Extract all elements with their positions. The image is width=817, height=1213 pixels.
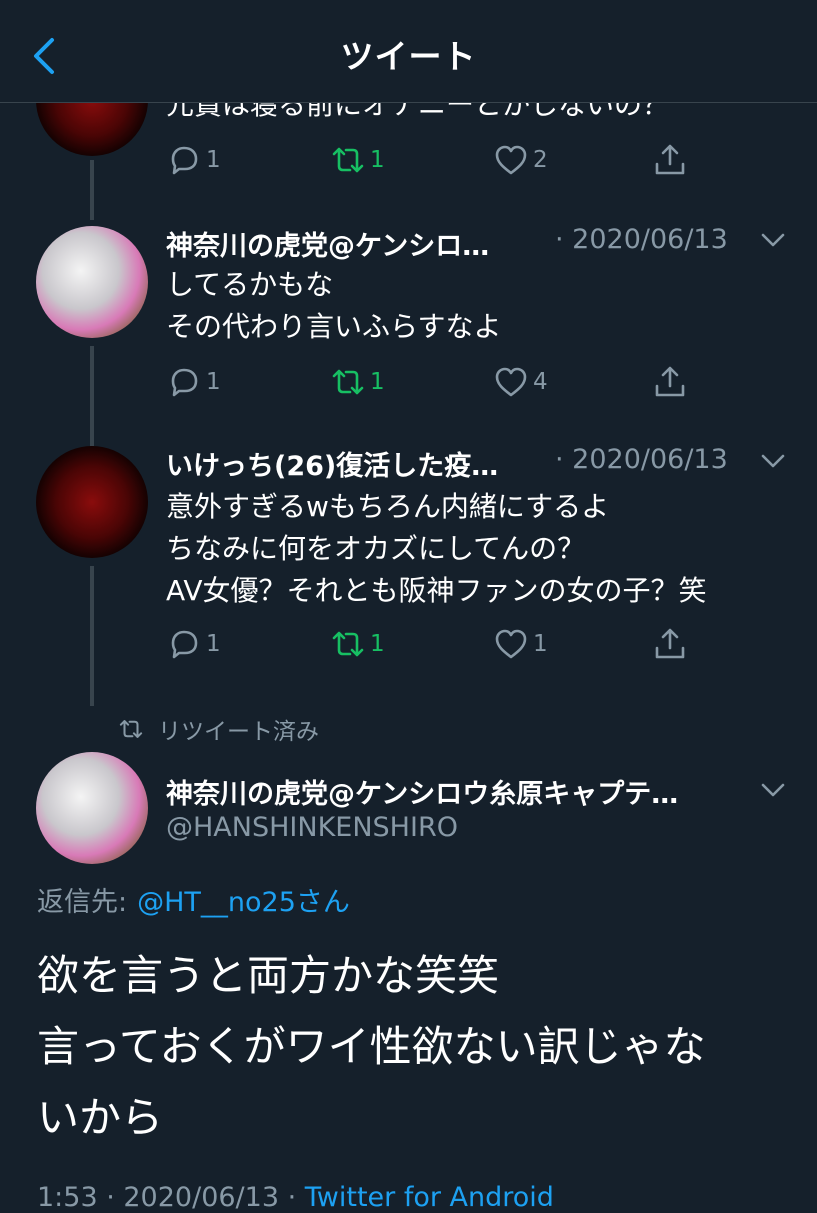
reply-button[interactable]: 1 xyxy=(166,362,221,402)
retweet-count: 1 xyxy=(370,631,385,657)
avatar[interactable] xyxy=(36,226,148,338)
chevron-down-icon xyxy=(761,454,785,468)
retweet-button[interactable]: 1 xyxy=(330,362,385,402)
author-handle[interactable]: @HANSHINKENSHIRO xyxy=(166,812,458,843)
tweet-timestamp: 1:53 · 2020/06/13 · xyxy=(37,1182,305,1213)
share-icon xyxy=(655,144,685,175)
retweet-count: 1 xyxy=(370,147,385,173)
heart-icon xyxy=(495,145,527,175)
reply-to-prefix: 返信先: xyxy=(37,887,128,918)
reply-to-link[interactable]: @HT__no25さん xyxy=(137,887,350,918)
avatar[interactable] xyxy=(36,752,148,864)
main-tweet-text: 欲を言うと両方かな笑笑 言っておくがワイ性欲ない訳じゃな いから xyxy=(37,940,782,1153)
retweet-icon xyxy=(119,720,143,738)
tweet-menu-button[interactable] xyxy=(760,453,786,469)
avatar[interactable] xyxy=(36,446,148,558)
like-button[interactable]: 4 xyxy=(493,362,548,402)
author-name[interactable]: いけっち(26)復活した疫… xyxy=(166,444,498,483)
page-title: ツイート xyxy=(340,37,477,76)
reply-count: 1 xyxy=(206,631,221,657)
tweet-text-line: してるかもな xyxy=(166,268,334,301)
like-button[interactable]: 2 xyxy=(493,140,548,180)
retweet-icon xyxy=(332,147,364,173)
tweet-source-link[interactable]: Twitter for Android xyxy=(305,1182,554,1213)
retweet-icon xyxy=(332,631,364,657)
retweet-icon xyxy=(332,369,364,395)
main-tweet-line: いから xyxy=(37,1093,164,1142)
tweet-date: · 2020/06/13 xyxy=(555,224,728,255)
share-icon xyxy=(655,366,685,397)
tweet-menu-button[interactable] xyxy=(760,232,786,248)
tweet-text-line: AV女優？それとも阪神ファンの女の子？笑 xyxy=(166,574,707,607)
reply-button[interactable]: 1 xyxy=(166,624,221,664)
retweeted-label: リツイート済み xyxy=(158,719,319,745)
tweet-meta: 1:53 · 2020/06/13 · Twitter for Android xyxy=(37,1182,554,1213)
thread-line xyxy=(90,566,94,706)
top-bar: ツイート xyxy=(0,0,817,103)
retweet-button[interactable]: 1 xyxy=(330,624,385,664)
reply-icon xyxy=(171,368,198,397)
reply-to: 返信先: @HT__no25さん xyxy=(37,880,350,919)
share-button[interactable] xyxy=(652,624,688,664)
heart-icon xyxy=(495,367,527,397)
like-count: 1 xyxy=(533,631,548,657)
heart-icon xyxy=(495,629,527,659)
share-icon xyxy=(655,628,685,659)
reply-button[interactable]: 1 xyxy=(166,140,221,180)
main-tweet-line: 欲を言うと両方かな笑笑 xyxy=(37,951,500,1000)
reply-count: 1 xyxy=(206,147,221,173)
thread-line xyxy=(90,346,94,446)
retweet-count: 1 xyxy=(370,369,385,395)
tweet-text-line: ちなみに何をオカズにしてんの？ xyxy=(166,532,586,565)
retweeted-indicator: リツイート済み xyxy=(118,712,319,746)
tweet-date: · 2020/06/13 xyxy=(555,444,728,475)
like-count: 2 xyxy=(533,147,548,173)
like-button[interactable]: 1 xyxy=(493,624,548,664)
share-button[interactable] xyxy=(652,140,688,180)
tweet-menu-button[interactable] xyxy=(760,782,786,798)
author-name[interactable]: 神奈川の虎党@ケンシロウ糸原キャプテ… xyxy=(166,772,678,811)
tweet-text-line: その代わり言いふらすなよ xyxy=(166,310,502,343)
main-tweet-line: 言っておくがワイ性欲ない訳じゃな xyxy=(37,1022,706,1071)
reply-count: 1 xyxy=(206,369,221,395)
chevron-down-icon xyxy=(761,233,785,247)
retweet-button[interactable]: 1 xyxy=(330,140,385,180)
reply-icon xyxy=(171,630,198,659)
share-button[interactable] xyxy=(652,362,688,402)
tweet-text-line: 意外すぎるwもちろん内緒にするよ xyxy=(166,490,610,523)
like-count: 4 xyxy=(533,369,548,395)
reply-icon xyxy=(171,146,198,175)
thread-line xyxy=(90,160,94,220)
chevron-down-icon xyxy=(761,783,785,797)
author-name[interactable]: 神奈川の虎党@ケンシロ… xyxy=(166,224,489,263)
